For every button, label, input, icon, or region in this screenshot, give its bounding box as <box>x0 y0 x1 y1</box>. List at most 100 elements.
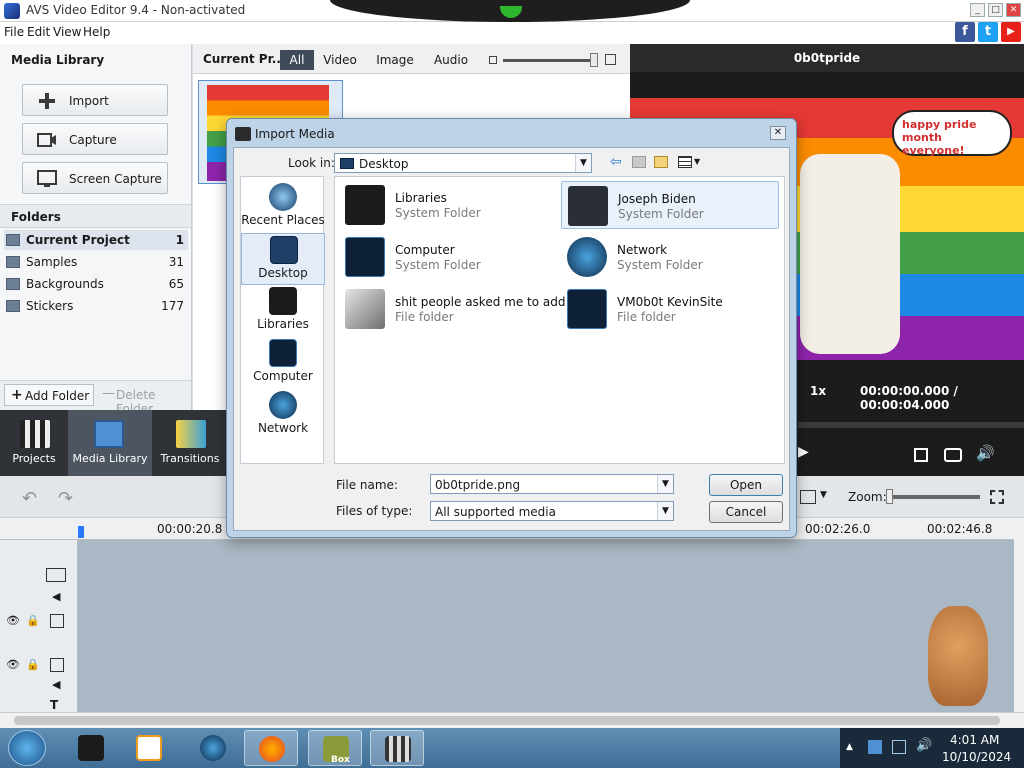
network-icon <box>567 237 607 277</box>
maximize-button[interactable]: □ <box>988 3 1003 17</box>
folder-current-project[interactable]: Current Project 1 <box>4 230 188 250</box>
media-filter-toolbar: Current Pr... All Video Image Audio <box>193 44 630 74</box>
menu-file[interactable]: File <box>4 25 24 39</box>
tray-chevron-icon[interactable]: ▲ <box>846 742 853 752</box>
files-of-type-select[interactable]: All supported media ▼ <box>430 501 674 521</box>
dialog-close-button[interactable]: ✕ <box>770 126 786 140</box>
taskbar-app-box[interactable]: Box <box>308 730 362 766</box>
film-icon <box>385 736 411 762</box>
taskbar-app-firefox[interactable] <box>244 730 298 766</box>
place-network[interactable]: Network <box>241 389 325 441</box>
import-button[interactable]: Import <box>22 84 168 116</box>
minimize-button[interactable]: _ <box>970 3 985 17</box>
add-folder-button[interactable]: + Add Folder <box>4 384 94 406</box>
chevron-down-icon[interactable]: ▼ <box>820 490 827 500</box>
file-name-input[interactable]: 0b0tpride.png ▼ <box>430 474 674 494</box>
panel-title: Media Library <box>11 53 105 67</box>
taskbar-app-media-player[interactable] <box>122 730 176 766</box>
file-item-computer[interactable]: Computer System Folder <box>339 233 557 281</box>
file-item-folder[interactable]: shit people asked me to add File folder <box>339 285 565 333</box>
small-thumbnail-icon[interactable] <box>489 56 497 64</box>
facebook-icon[interactable]: f <box>955 22 975 42</box>
up-folder-icon[interactable] <box>632 156 646 168</box>
file-item-joseph-biden[interactable]: Joseph Biden System Folder <box>561 181 779 229</box>
cancel-button[interactable]: Cancel <box>709 501 783 523</box>
menu-view[interactable]: View <box>53 25 81 39</box>
lock-icon[interactable]: 🔒 <box>26 614 40 627</box>
capture-button[interactable]: Capture <box>22 123 168 155</box>
eye-icon[interactable]: 👁 <box>6 614 20 627</box>
lock-icon[interactable]: 🔒 <box>26 658 40 671</box>
taskbar-app-explorer[interactable] <box>64 730 118 766</box>
file-item-vm-folder[interactable]: VM0b0t KevinSite File folder <box>561 285 779 333</box>
desktop-icon <box>340 158 354 169</box>
folder-backgrounds[interactable]: Backgrounds 65 <box>4 274 188 294</box>
delete-folder-button[interactable]: — Delete Folder <box>100 384 186 416</box>
snapshot-icon[interactable] <box>944 448 962 462</box>
play-icon[interactable]: ▶ <box>798 444 809 460</box>
volume-icon[interactable]: 🔊 <box>976 444 995 462</box>
new-folder-icon[interactable] <box>654 156 668 168</box>
volume-tray-icon[interactable]: 🔊 <box>916 738 932 753</box>
zoom-slider[interactable] <box>886 495 980 499</box>
redo-icon[interactable]: ↷ <box>58 488 73 509</box>
undo-icon[interactable]: ↶ <box>22 488 37 509</box>
nav-media-library[interactable]: Media Library <box>68 410 152 476</box>
open-button[interactable]: Open <box>709 474 783 496</box>
menu-help[interactable]: Help <box>83 25 110 39</box>
timeline-tracks[interactable] <box>78 540 1014 712</box>
clock-time[interactable]: 4:01 AM <box>950 733 999 747</box>
chevron-down-icon[interactable]: ▼ <box>694 157 700 166</box>
place-label: Desktop <box>258 266 308 280</box>
chevron-down-icon[interactable]: ▼ <box>575 154 591 172</box>
view-menu-icon[interactable] <box>678 156 692 168</box>
taskbar-app-avs-video-editor[interactable] <box>370 730 424 766</box>
youtube-icon[interactable]: ▶ <box>1001 22 1021 42</box>
slider-handle[interactable] <box>590 53 598 67</box>
taskbar-app-network[interactable] <box>186 730 240 766</box>
file-item-network[interactable]: Network System Folder <box>561 233 779 281</box>
timeline-horizontal-scrollbar[interactable] <box>0 712 1024 728</box>
folder-stickers[interactable]: Stickers 177 <box>4 296 188 316</box>
screen-capture-button[interactable]: Screen Capture <box>22 162 168 194</box>
folder-icon <box>567 289 607 329</box>
fit-to-window-icon[interactable] <box>990 490 1004 504</box>
menu-edit[interactable]: Edit <box>27 25 50 39</box>
tab-all[interactable]: All <box>280 50 314 70</box>
playback-speed[interactable]: 1x <box>810 384 826 398</box>
tray-app-icon[interactable] <box>868 740 882 754</box>
place-desktop[interactable]: Desktop <box>241 233 325 285</box>
file-item-libraries[interactable]: Libraries System Folder <box>339 181 557 229</box>
twitter-icon[interactable]: t <box>978 22 998 42</box>
storyboard-toggle-icon[interactable] <box>800 490 816 504</box>
track-headers: ◀ 👁 🔒 👁 🔒 ◀ T <box>0 540 78 712</box>
folder-count: 177 <box>161 299 184 313</box>
large-thumbnail-icon[interactable] <box>605 54 616 65</box>
tab-video[interactable]: Video <box>320 50 360 70</box>
file-type: System Folder <box>618 207 704 221</box>
fullscreen-icon[interactable] <box>914 448 928 462</box>
scrollbar-thumb[interactable] <box>14 716 1000 725</box>
zoom-slider-handle[interactable] <box>886 489 893 504</box>
place-libraries[interactable]: Libraries <box>241 285 325 337</box>
tab-image[interactable]: Image <box>373 50 417 70</box>
nav-projects[interactable]: Projects <box>0 410 68 476</box>
place-computer[interactable]: Computer <box>241 337 325 389</box>
back-icon[interactable]: ⇦ <box>610 154 622 170</box>
eye-icon[interactable]: 👁 <box>6 658 20 671</box>
close-button[interactable]: ✕ <box>1006 3 1021 17</box>
timeline-vertical-scrollbar[interactable] <box>1014 518 1024 712</box>
playhead-marker[interactable] <box>78 526 84 538</box>
preview-seek-bar[interactable] <box>798 422 1024 428</box>
network-tray-icon[interactable] <box>892 740 906 754</box>
look-in-combo[interactable]: Desktop ▼ <box>334 153 592 173</box>
thumbnail-size-slider[interactable] <box>503 59 595 62</box>
clock-date[interactable]: 10/10/2024 <box>942 750 1011 764</box>
folder-samples[interactable]: Samples 31 <box>4 252 188 272</box>
tab-audio[interactable]: Audio <box>431 50 471 70</box>
chevron-down-icon[interactable]: ▼ <box>657 502 673 520</box>
nav-transitions[interactable]: Transitions <box>152 410 228 476</box>
chevron-down-icon[interactable]: ▼ <box>657 475 673 493</box>
start-button[interactable] <box>8 730 46 766</box>
place-recent-places[interactable]: Recent Places <box>241 181 325 233</box>
